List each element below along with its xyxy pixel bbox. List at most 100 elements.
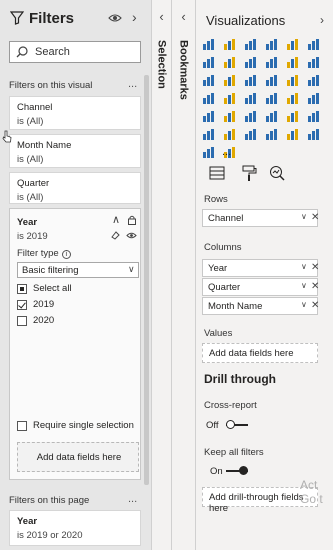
clear-filter-eraser-icon[interactable] [111,231,120,240]
visual-paginated-icon[interactable] [307,128,320,141]
info-icon[interactable]: i [61,250,71,259]
checkbox-2019[interactable] [17,300,27,310]
visual-azure-map-icon[interactable] [265,92,278,105]
visual-map-icon[interactable] [202,92,215,105]
filter-card-year-expanded[interactable]: Year is 2019 ∧ Filter type i Basic filter… [9,208,141,480]
visual-gauge-icon[interactable] [286,92,299,105]
chevron-down-icon[interactable]: ∨ [301,281,307,290]
keep-filters-toggle[interactable] [226,466,248,476]
option-select-all[interactable]: Select all [33,283,72,294]
remove-field-icon[interactable]: ✕ [311,262,319,273]
visual-matrix-icon[interactable] [286,110,299,123]
filter-card-quarter[interactable]: Quarter is (All) [9,172,141,204]
visual-filled-map-icon[interactable] [223,92,236,105]
checkbox-select-all[interactable] [17,284,27,294]
eye-icon[interactable] [126,231,137,240]
visual-slicer-icon[interactable] [244,110,257,123]
expand-bookmarks-chevron-icon[interactable]: ‹ [172,9,195,24]
visual-ribbon-icon[interactable] [307,56,320,69]
collapse-viz-chevron-icon[interactable]: › [320,13,324,27]
visual-stacked-bar-icon[interactable] [202,38,215,51]
visual-qa-icon[interactable] [265,128,278,141]
chevron-down-icon[interactable]: ∨ [301,212,307,221]
remove-field-icon[interactable]: ✕ [311,281,319,292]
visual-stacked-area-icon[interactable] [244,56,257,69]
well-field-name: Year [208,263,228,274]
keep-filters-label: Keep all filters [204,447,264,458]
option-2020[interactable]: 2020 [33,315,54,326]
analytics-magnifier-icon[interactable] [268,164,286,182]
visual-funnel-icon[interactable] [223,74,236,87]
add-data-fields-drop-zone[interactable]: Add data fields here [17,442,139,472]
visual-multi-card-icon[interactable] [202,110,215,123]
visual-scatter-icon[interactable] [244,74,257,87]
remove-field-icon[interactable]: ✕ [311,212,319,223]
visual-decomposition-icon[interactable] [244,128,257,141]
visual-narrative-icon[interactable] [286,128,299,141]
filter-card-page-year[interactable]: Year is 2019 or 2020 [9,510,141,546]
filter-type-label: Filter type i [17,248,71,259]
checkbox-2020[interactable] [17,316,27,326]
watermark-line: Go t [300,492,323,506]
visual-python-icon[interactable] [202,128,215,141]
search-input[interactable]: Search [9,41,141,63]
bookmarks-label: Bookmarks [177,40,190,100]
remove-field-icon[interactable]: ✕ [311,300,319,311]
visual-100-column-icon[interactable] [307,38,320,51]
visualizations-pane: Visualizations › ... Rows Channel ∨ ✕ Co… [196,0,333,550]
require-single-selection-label[interactable]: Require single selection [33,420,134,431]
visual-kpi-icon[interactable] [223,110,236,123]
visual-waterfall-icon[interactable] [202,74,215,87]
columns-well-year[interactable]: Year ∨ ✕ [202,259,319,277]
well-field-name: Quarter [208,282,241,293]
visualizations-title: Visualizations [206,13,286,28]
filters-header: Filters › [0,0,152,38]
visual-table-icon[interactable] [265,110,278,123]
visual-pie-icon[interactable] [265,74,278,87]
visual-donut-icon[interactable] [286,74,299,87]
chevron-down-icon[interactable]: ∨ [301,300,307,309]
bookmarks-pane-collapsed[interactable]: ‹ Bookmarks [172,0,196,550]
visual-line-cluster-icon[interactable] [286,56,299,69]
chevron-down-icon[interactable]: ∨ [301,262,307,271]
cross-report-toggle[interactable] [226,420,248,430]
visual-card-icon[interactable] [307,92,320,105]
visual-stacked-column-icon[interactable] [223,38,236,51]
values-placeholder: Add data fields here [209,348,294,359]
filter-card-month-name[interactable]: Month Name is (All) [9,134,141,168]
filter-card-name: Channel [17,102,53,113]
expand-selection-chevron-icon[interactable]: ‹ [152,9,171,24]
visual-clustered-column-icon[interactable] [265,38,278,51]
visual-key-influencers-icon[interactable] [223,128,236,141]
lock-icon[interactable] [128,215,136,225]
more-visuals-button[interactable]: ... [222,146,231,158]
rows-well-channel[interactable]: Channel ∨ ✕ [202,209,319,227]
values-drop-zone[interactable]: Add data fields here [202,343,318,363]
visual-treemap-icon[interactable] [307,74,320,87]
checkbox-require-single[interactable] [17,421,27,431]
visual-filters-more-options[interactable]: ... [128,78,137,90]
columns-well-quarter[interactable]: Quarter ∨ ✕ [202,278,319,296]
visual-area-icon[interactable] [223,56,236,69]
fields-tab-icon[interactable] [208,164,226,182]
columns-well-month-name[interactable]: Month Name ∨ ✕ [202,297,319,315]
option-2019[interactable]: 2019 [33,299,54,310]
visual-r-visual-icon[interactable] [307,110,320,123]
selection-pane-collapsed[interactable]: ‹ Selection [152,0,172,550]
visual-clustered-bar-icon[interactable] [244,38,257,51]
collapse-card-chevron-icon[interactable]: ∧ [112,213,120,226]
filters-scrollbar[interactable] [144,75,149,485]
filter-type-dropdown[interactable]: Basic filtering ∨ [17,262,139,278]
visual-100-bar-icon[interactable] [286,38,299,51]
visual-shape-map-icon[interactable] [244,92,257,105]
visual-line-icon[interactable] [202,56,215,69]
eye-icon[interactable] [108,12,122,24]
visual-line-column-icon[interactable] [265,56,278,69]
format-paint-roller-icon[interactable] [240,164,258,182]
visual-power-apps-icon[interactable] [202,146,215,159]
page-filters-more-options[interactable]: ... [128,493,137,505]
filter-card-channel[interactable]: Channel is (All) [9,96,141,130]
filter-funnel-icon [10,11,24,25]
collapse-filters-chevron-icon[interactable]: › [132,9,137,25]
filter-type-value: Basic filtering [22,265,79,276]
